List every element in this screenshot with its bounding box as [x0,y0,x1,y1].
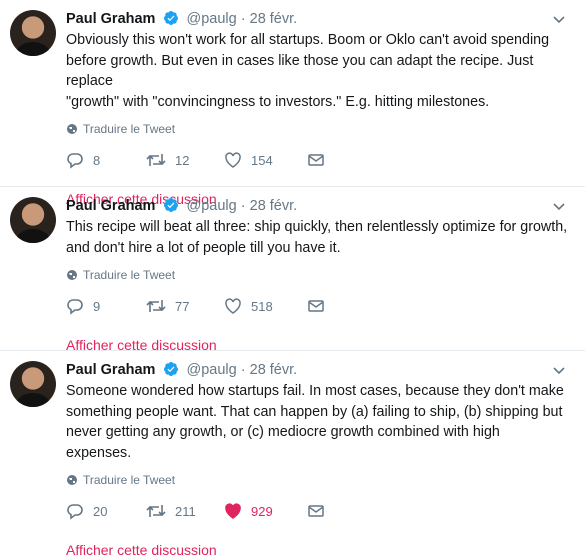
tweet-actions: 20 211 929 [66,502,569,522]
tweet-text: This recipe will beat all three: ship qu… [66,219,568,256]
reply-count: 9 [93,298,101,314]
retweet-count: 12 [175,152,190,168]
retweet-icon [146,154,166,166]
tweet[interactable]: Paul Graham @paulg · 28 févr. Obviously … [0,0,585,207]
heart-icon [225,152,241,168]
chevron-down-icon[interactable] [549,9,569,29]
retweet-icon [146,300,166,312]
author-handle[interactable]: @paulg [187,198,237,214]
translate-link[interactable]: Traduire le Tweet [66,473,569,487]
avatar[interactable] [10,361,56,407]
retweet-count: 211 [175,503,196,519]
separator: · [240,362,246,378]
message-icon [308,300,324,312]
verified-badge-icon [164,362,179,376]
separator: · [240,11,246,27]
heart-icon [225,298,241,314]
verified-badge-icon [164,198,179,212]
reply-button[interactable]: 8 [66,151,100,169]
translate-label: Traduire le Tweet [83,268,176,282]
reply-icon [67,299,83,315]
tweet-actions: 8 12 154 [66,151,569,171]
author-handle[interactable]: @paulg [187,11,237,27]
author-name[interactable]: Paul Graham [66,362,155,378]
reply-button[interactable]: 20 [66,502,107,520]
globe-icon [67,475,77,485]
separator: · [240,198,246,214]
tweet-date[interactable]: 28 févr. [250,198,298,214]
reply-count: 20 [93,503,108,519]
reply-icon [67,153,83,169]
avatar[interactable] [10,10,56,56]
reply-icon [67,504,83,520]
direct-message-button[interactable] [307,297,325,315]
author-handle[interactable]: @paulg [187,362,237,378]
like-count: 154 [251,152,273,168]
avatar[interactable] [10,197,56,243]
reply-button[interactable]: 9 [66,297,100,315]
retweet-button[interactable]: 211 [146,502,196,520]
chevron-down-icon[interactable] [549,196,569,216]
tweet-header: Paul Graham @paulg · 28 févr. [66,9,569,29]
tweet[interactable]: Paul Graham @paulg · 28 févr. This recip… [0,187,585,353]
tweet-date[interactable]: 28 févr. [250,11,298,27]
like-button[interactable]: 929 [224,502,273,520]
retweet-button[interactable]: 77 [146,297,189,315]
translate-label: Traduire le Tweet [83,122,176,136]
tweet-header: Paul Graham @paulg · 28 févr. [66,196,569,216]
like-count: 518 [251,298,273,314]
show-thread-link[interactable]: Afficher cette discussion [66,542,569,558]
translate-label: Traduire le Tweet [83,473,176,487]
translate-link[interactable]: Traduire le Tweet [66,122,569,136]
like-button[interactable]: 154 [224,151,273,169]
message-icon [308,154,324,166]
like-count: 929 [251,503,273,519]
direct-message-button[interactable] [307,502,325,520]
timeline: Paul Graham @paulg · 28 févr. Obviously … [0,0,585,558]
globe-icon [67,124,77,134]
retweet-count: 77 [175,298,190,314]
chevron-down-icon[interactable] [549,360,569,380]
globe-icon [67,270,77,280]
author-name[interactable]: Paul Graham [66,198,155,214]
translate-link[interactable]: Traduire le Tweet [66,268,569,282]
tweet-actions: 9 77 518 [66,297,569,317]
tweet-text: Someone wondered how startups fail. In m… [66,383,564,461]
like-button[interactable]: 518 [224,297,273,315]
tweet-header: Paul Graham @paulg · 28 févr. [66,360,569,380]
tweet-date[interactable]: 28 févr. [250,362,298,378]
verified-badge-icon [164,11,179,25]
reply-count: 8 [93,152,101,168]
retweet-icon [146,505,166,517]
message-icon [308,505,324,517]
heart-icon [225,503,241,519]
retweet-button[interactable]: 12 [146,151,189,169]
direct-message-button[interactable] [307,151,325,169]
author-name[interactable]: Paul Graham [66,11,155,27]
tweet[interactable]: Paul Graham @paulg · 28 févr. Someone wo… [0,351,585,558]
tweet-text: Obviously this won't work for all startu… [66,32,550,110]
